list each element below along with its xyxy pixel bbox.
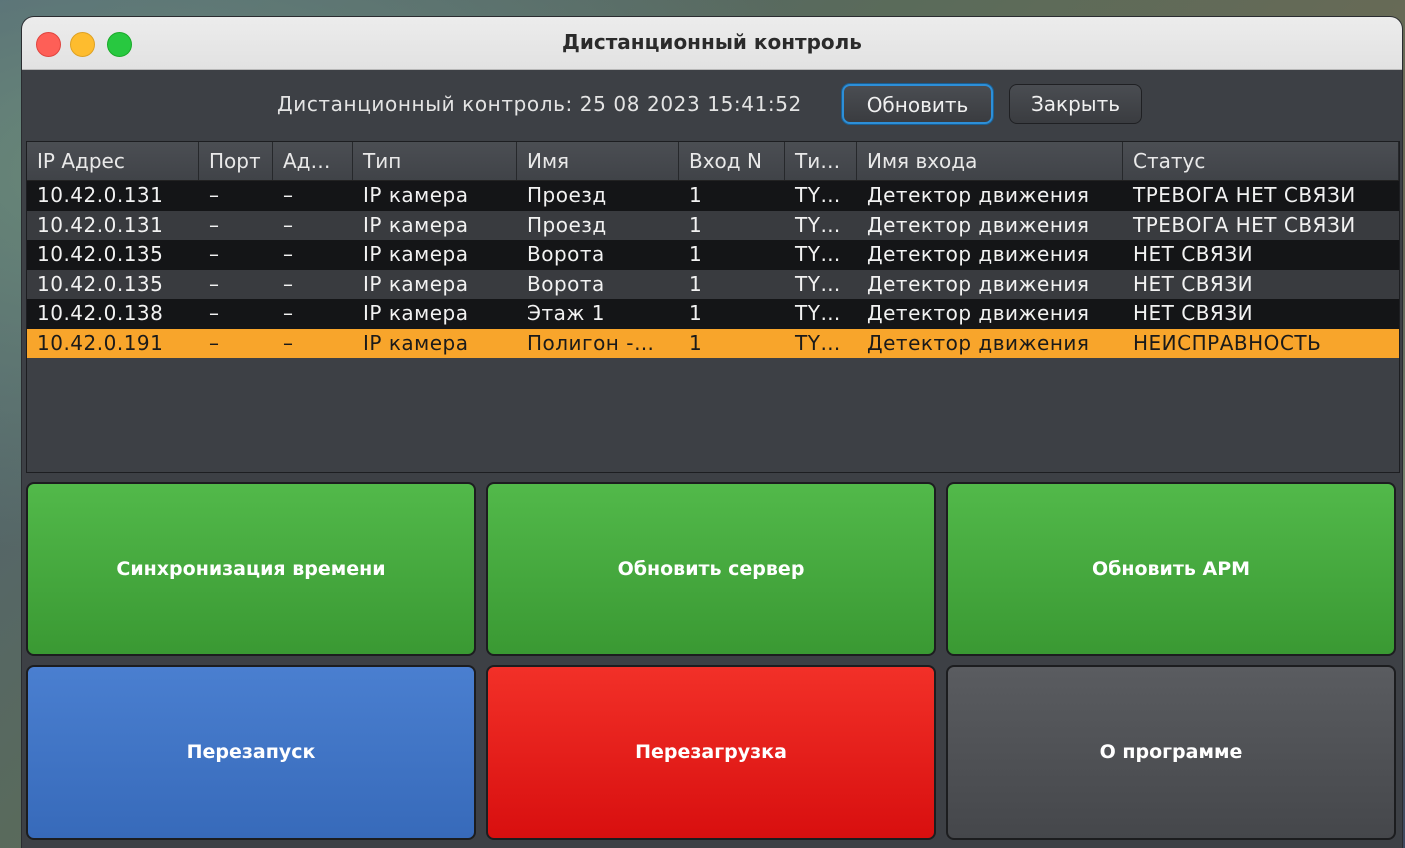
cell-input-type: TY… bbox=[795, 212, 841, 237]
cell-input-type: TY… bbox=[795, 242, 841, 266]
cell-type: IP камера bbox=[363, 330, 469, 355]
cell-input-name: Детектор движения bbox=[867, 330, 1090, 355]
app-window: Дистанционный контроль Дистанционный кон… bbox=[22, 17, 1402, 848]
cell-input-number: 1 bbox=[689, 242, 703, 266]
cell-input-name: Детектор движения bbox=[867, 183, 1090, 207]
cell-ip: 10.42.0.135 bbox=[37, 242, 164, 266]
cell-input-name: Детектор движения bbox=[867, 212, 1090, 237]
cell-type: IP камера bbox=[363, 271, 469, 296]
title-bar: Дистанционный контроль bbox=[22, 17, 1402, 70]
cell-port: – bbox=[209, 183, 220, 207]
cell-address: – bbox=[283, 242, 294, 266]
restart-button[interactable]: Перезапуск bbox=[26, 665, 476, 840]
cell-ip: 10.42.0.191 bbox=[37, 330, 164, 355]
column-header-input-name[interactable]: Имя входа bbox=[857, 142, 1123, 180]
cell-name: Проезд bbox=[527, 212, 607, 237]
cell-status: ТРЕВОГА НЕТ СВЯЗИ bbox=[1133, 183, 1356, 207]
cell-name: Этаж 1 bbox=[527, 301, 605, 325]
cell-port: – bbox=[209, 271, 220, 296]
cell-status: НЕТ СВЯЗИ bbox=[1133, 242, 1254, 266]
cell-status: НЕТ СВЯЗИ bbox=[1133, 301, 1254, 325]
cell-ip: 10.42.0.138 bbox=[37, 301, 164, 325]
table-row[interactable]: 10.42.0.131 – – IP камера Проезд 1 TY… Д… bbox=[27, 181, 1399, 211]
cell-input-name: Детектор движения bbox=[867, 271, 1090, 296]
cell-status: ТРЕВОГА НЕТ СВЯЗИ bbox=[1133, 212, 1356, 237]
column-header-status[interactable]: Статус bbox=[1123, 142, 1399, 180]
column-header-ip[interactable]: IP Адрес bbox=[27, 142, 199, 180]
column-header-input-number[interactable]: Вход N bbox=[679, 142, 785, 180]
cell-input-number: 1 bbox=[689, 301, 703, 325]
cell-input-name: Детектор движения bbox=[867, 301, 1090, 325]
status-datetime-text: Дистанционный контроль: 25 08 2023 15:41… bbox=[277, 92, 802, 116]
table-row[interactable]: 10.42.0.135 – – IP камера Ворота 1 TY… Д… bbox=[27, 240, 1399, 270]
cell-port: – bbox=[209, 212, 220, 237]
cell-input-type: TY… bbox=[795, 301, 841, 325]
cell-address: – bbox=[283, 271, 294, 296]
cell-input-name: Детектор движения bbox=[867, 242, 1090, 266]
refresh-button[interactable]: Обновить bbox=[842, 84, 993, 124]
cell-type: IP камера bbox=[363, 183, 469, 207]
table-row[interactable]: 10.42.0.138 – – IP камера Этаж 1 1 TY… Д… bbox=[27, 299, 1399, 329]
cell-name: Ворота bbox=[527, 271, 605, 296]
devices-table[interactable]: IP Адрес Порт Ад… Тип Имя Вход N Ти… Имя… bbox=[26, 141, 1400, 473]
reboot-button[interactable]: Перезагрузка bbox=[486, 665, 936, 840]
cell-address: – bbox=[283, 330, 294, 355]
cell-status: НЕИСПРАВНОСТЬ bbox=[1133, 330, 1322, 355]
cell-input-number: 1 bbox=[689, 330, 703, 355]
cell-input-number: 1 bbox=[689, 183, 703, 207]
window-title: Дистанционный контроль bbox=[562, 30, 862, 54]
column-header-type[interactable]: Тип bbox=[353, 142, 517, 180]
cell-address: – bbox=[283, 212, 294, 237]
table-row-selected[interactable]: 10.42.0.191 – – IP камера Полигон -… 1 T… bbox=[27, 328, 1399, 358]
cell-type: IP камера bbox=[363, 242, 469, 266]
cell-address: – bbox=[283, 183, 294, 207]
cell-name: Проезд bbox=[527, 183, 607, 207]
cell-status: НЕТ СВЯЗИ bbox=[1133, 271, 1254, 296]
cell-name: Полигон -… bbox=[527, 330, 655, 355]
table-row[interactable]: 10.42.0.135 – – IP камера Ворота 1 TY… Д… bbox=[27, 269, 1399, 299]
cell-input-number: 1 bbox=[689, 212, 703, 237]
update-server-button[interactable]: Обновить сервер bbox=[486, 482, 936, 656]
cell-type: IP камера bbox=[363, 212, 469, 237]
column-header-name[interactable]: Имя bbox=[517, 142, 679, 180]
toolbar: Дистанционный контроль: 25 08 2023 15:41… bbox=[22, 69, 1402, 139]
close-button[interactable]: Закрыть bbox=[1009, 84, 1142, 124]
update-arm-button[interactable]: Обновить АРМ bbox=[946, 482, 1396, 656]
column-header-input-type[interactable]: Ти… bbox=[785, 142, 857, 180]
cell-port: – bbox=[209, 242, 220, 266]
cell-name: Ворота bbox=[527, 242, 605, 266]
cell-port: – bbox=[209, 301, 220, 325]
cell-address: – bbox=[283, 301, 294, 325]
about-button[interactable]: О программе bbox=[946, 665, 1396, 840]
cell-input-number: 1 bbox=[689, 271, 703, 296]
column-header-address[interactable]: Ад… bbox=[273, 142, 353, 180]
table-header: IP Адрес Порт Ад… Тип Имя Вход N Ти… Имя… bbox=[27, 142, 1399, 181]
cell-ip: 10.42.0.131 bbox=[37, 183, 164, 207]
column-header-port[interactable]: Порт bbox=[199, 142, 273, 180]
cell-ip: 10.42.0.131 bbox=[37, 212, 164, 237]
cell-input-type: TY… bbox=[795, 183, 841, 207]
sync-time-button[interactable]: Синхронизация времени bbox=[26, 482, 476, 656]
cell-input-type: TY… bbox=[795, 271, 841, 296]
cell-input-type: TY… bbox=[795, 330, 841, 355]
cell-ip: 10.42.0.135 bbox=[37, 271, 164, 296]
table-row[interactable]: 10.42.0.131 – – IP камера Проезд 1 TY… Д… bbox=[27, 210, 1399, 240]
cell-port: – bbox=[209, 330, 220, 355]
cell-type: IP камера bbox=[363, 301, 469, 325]
